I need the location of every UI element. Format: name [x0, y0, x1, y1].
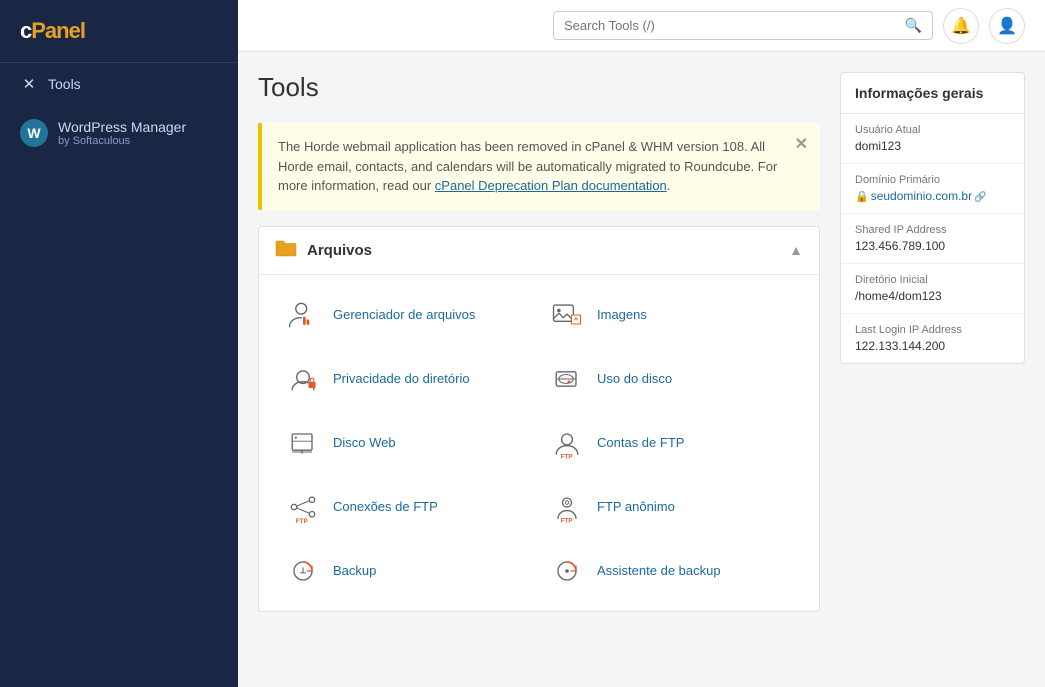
tool-web-disk[interactable]: Disco Web [275, 411, 539, 475]
notice-close-button[interactable]: ✕ [795, 133, 808, 157]
backup-label: Backup [333, 563, 376, 578]
tool-ftp-connections[interactable]: FTP Conexões de FTP [275, 475, 539, 539]
images-label: Imagens [597, 307, 647, 322]
backup-icon [283, 551, 323, 591]
sidebar-item-wordpress-manager[interactable]: W WordPress Manager by Softaculous [0, 105, 238, 161]
user-icon: 👤 [997, 16, 1017, 36]
notifications-button[interactable]: 🔔 [943, 8, 979, 44]
search-icon[interactable]: 🔍 [905, 17, 922, 34]
notice-box: The Horde webmail application has been r… [258, 123, 820, 210]
web-disk-label: Disco Web [333, 435, 396, 450]
ftp-connections-icon: FTP [283, 487, 323, 527]
web-disk-icon [283, 423, 323, 463]
info-value-usuario: domi123 [855, 139, 1010, 153]
tool-anonymous-ftp[interactable]: FTP FTP anônimo [539, 475, 803, 539]
section-arquivos-title: Arquivos [307, 242, 372, 259]
lock-icon: 🔒 [855, 191, 869, 203]
page-title: Tools [258, 72, 820, 103]
main-area: 🔍 🔔 👤 Tools The Horde webmail applicatio… [238, 0, 1045, 687]
svg-text:FTP: FTP [561, 453, 573, 460]
external-link-icon: 🔗 [974, 192, 986, 203]
images-icon [547, 295, 587, 335]
backup-wizard-icon [547, 551, 587, 591]
logo-area: cPanel [0, 0, 238, 63]
disk-usage-label: Uso do disco [597, 371, 672, 386]
section-header-left: Arquivos [275, 239, 372, 262]
tool-backup[interactable]: Backup [275, 539, 539, 603]
section-arquivos-header[interactable]: Arquivos ▲ [259, 227, 819, 275]
tool-file-manager[interactable]: Gerenciador de arquivos [275, 283, 539, 347]
ftp-connections-label: Conexões de FTP [333, 499, 438, 514]
info-label-directory: Diretório Inicial [855, 274, 1010, 286]
notice-link[interactable]: cPanel Deprecation Plan documentation [435, 178, 667, 193]
search-input[interactable] [564, 18, 897, 33]
section-arquivos: Arquivos ▲ [258, 226, 820, 612]
section-arquivos-toggle[interactable]: ▲ [789, 242, 803, 258]
svg-text:FTP: FTP [561, 517, 573, 524]
ftp-accounts-icon: FTP [547, 423, 587, 463]
file-manager-label: Gerenciador de arquivos [333, 307, 475, 322]
info-value-directory: /home4/dom123 [855, 289, 1010, 303]
info-row-dominio: Domínio Primário 🔒seudominio.com.br🔗 [841, 164, 1024, 214]
sidebar-item-tools[interactable]: ✕ Tools [0, 63, 238, 105]
notice-text: The Horde webmail application has been r… [278, 139, 777, 193]
info-panel: Informações gerais Usuário Atual domi123… [840, 72, 1025, 364]
tool-directory-privacy[interactable]: Privacidade do diretório [275, 347, 539, 411]
content-area: Tools The Horde webmail application has … [238, 52, 1045, 687]
directory-privacy-icon [283, 359, 323, 399]
info-row-usuario: Usuário Atual domi123 [841, 114, 1024, 164]
cpanel-logo: cPanel [20, 18, 218, 44]
info-value-lastlogin: 122.133.144.200 [855, 339, 1010, 353]
info-value-ip: 123.456.789.100 [855, 239, 1010, 253]
directory-privacy-label: Privacidade do diretório [333, 371, 470, 386]
info-row-directory: Diretório Inicial /home4/dom123 [841, 264, 1024, 314]
anonymous-ftp-label: FTP anônimo [597, 499, 675, 514]
sidebar-item-tools-label: Tools [48, 76, 81, 92]
section-arquivos-body: Gerenciador de arquivos [259, 275, 819, 611]
cpanel-logo-text: cPanel [20, 18, 85, 44]
wordpress-manager-title: WordPress Manager [58, 119, 186, 135]
info-label-usuario: Usuário Atual [855, 124, 1010, 136]
tool-disk-usage[interactable]: Uso do disco [539, 347, 803, 411]
search-bar[interactable]: 🔍 [553, 11, 933, 40]
svg-text:FTP: FTP [296, 518, 308, 525]
info-label-ip: Shared IP Address [855, 224, 1010, 236]
wordpress-manager-text: WordPress Manager by Softaculous [58, 119, 186, 147]
info-label-dominio: Domínio Primário [855, 174, 1010, 186]
tools-icon: ✕ [20, 75, 38, 93]
sidebar: cPanel ✕ Tools W WordPress Manager by So… [0, 0, 238, 687]
info-panel-title: Informações gerais [841, 73, 1024, 114]
info-value-dominio: 🔒seudominio.com.br🔗 [855, 189, 1010, 203]
header: 🔍 🔔 👤 [238, 0, 1045, 52]
tool-ftp-accounts[interactable]: FTP Contas de FTP [539, 411, 803, 475]
user-menu-button[interactable]: 👤 [989, 8, 1025, 44]
domain-link[interactable]: seudominio.com.br [871, 189, 972, 203]
info-label-lastlogin: Last Login IP Address [855, 324, 1010, 336]
main-panel: Tools The Horde webmail application has … [258, 72, 820, 667]
tool-images[interactable]: Imagens [539, 283, 803, 347]
file-manager-icon [283, 295, 323, 335]
tool-backup-wizard[interactable]: Assistente de backup [539, 539, 803, 603]
bell-icon: 🔔 [951, 16, 971, 36]
backup-wizard-label: Assistente de backup [597, 563, 721, 578]
folder-icon [275, 239, 297, 262]
disk-usage-icon [547, 359, 587, 399]
info-row-lastlogin: Last Login IP Address 122.133.144.200 [841, 314, 1024, 363]
anonymous-ftp-icon: FTP [547, 487, 587, 527]
wordpress-logo-icon: W [20, 119, 48, 147]
ftp-accounts-label: Contas de FTP [597, 435, 684, 450]
wordpress-manager-subtitle: by Softaculous [58, 135, 186, 147]
info-row-ip: Shared IP Address 123.456.789.100 [841, 214, 1024, 264]
